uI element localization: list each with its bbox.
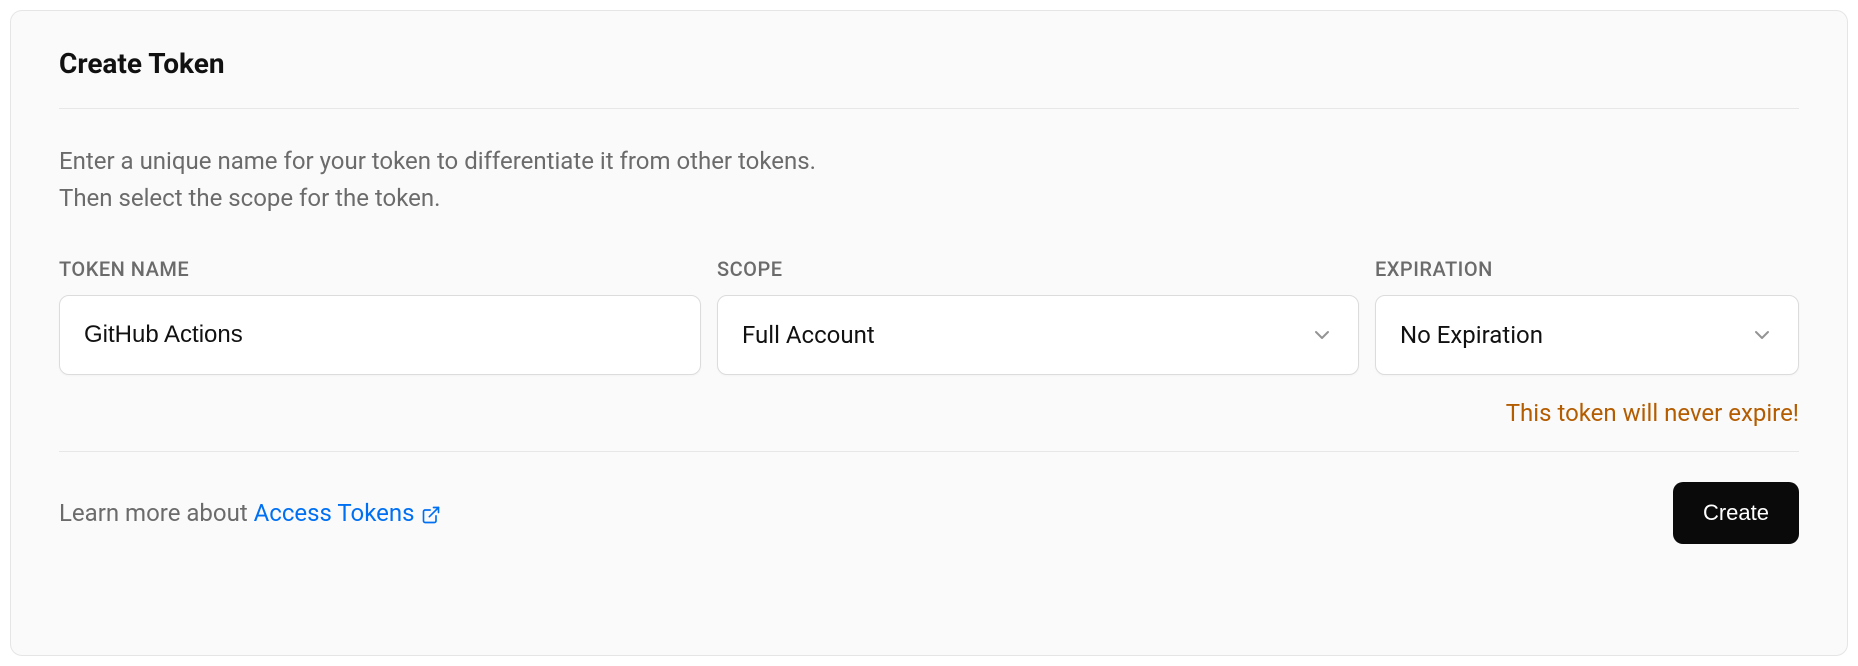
token-name-field: TOKEN NAME (59, 257, 701, 375)
chevron-down-icon (1750, 323, 1774, 347)
expiration-label: EXPIRATION (1375, 257, 1799, 281)
card-title: Create Token (59, 47, 1799, 80)
scope-select[interactable]: Full Account (717, 295, 1359, 375)
expiration-value: No Expiration (1400, 321, 1543, 349)
description-line-2: Then select the scope for the token. (59, 184, 440, 212)
expiration-warning: This token will never expire! (1506, 399, 1799, 427)
token-name-input[interactable] (59, 295, 701, 375)
scope-value: Full Account (742, 321, 875, 349)
expiration-field: EXPIRATION No Expiration (1375, 257, 1799, 375)
access-tokens-link[interactable]: Access Tokens (254, 499, 441, 527)
external-link-icon (421, 503, 441, 523)
create-button[interactable]: Create (1673, 482, 1799, 544)
token-name-label: TOKEN NAME (59, 257, 701, 281)
chevron-down-icon (1310, 323, 1334, 347)
warning-row: This token will never expire! (59, 399, 1799, 427)
learn-more-text: Learn more about Access Tokens (59, 499, 441, 527)
card-description: Enter a unique name for your token to di… (59, 143, 1799, 217)
scope-label: SCOPE (717, 257, 1359, 281)
link-text: Access Tokens (254, 499, 415, 527)
learn-more-prefix: Learn more about (59, 499, 254, 527)
fields-row: TOKEN NAME SCOPE Full Account EXPIRATION… (59, 257, 1799, 375)
expiration-select[interactable]: No Expiration (1375, 295, 1799, 375)
divider-top (59, 108, 1799, 109)
card-footer: Learn more about Access Tokens Create (59, 482, 1799, 544)
description-line-1: Enter a unique name for your token to di… (59, 147, 816, 175)
create-token-card: Create Token Enter a unique name for you… (10, 10, 1848, 656)
divider-bottom (59, 451, 1799, 452)
scope-field: SCOPE Full Account (717, 257, 1359, 375)
